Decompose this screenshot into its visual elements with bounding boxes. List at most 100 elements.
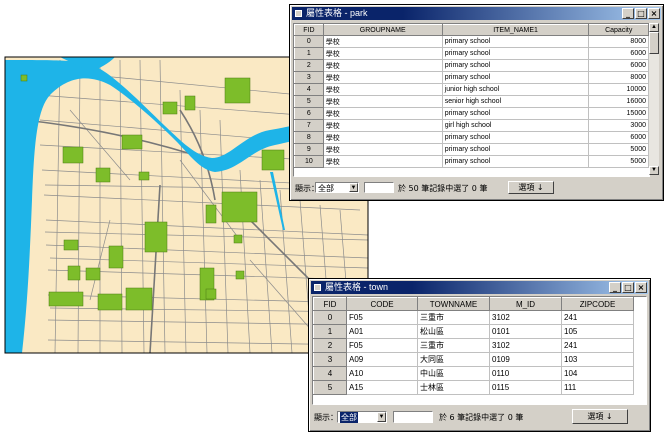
row-groupname: 學校 — [322, 155, 443, 168]
row-fid: 0 — [294, 35, 324, 48]
table-row[interactable]: 0 F05 三重市 3102 241 — [313, 310, 634, 325]
options-button[interactable]: 選項 ↓ — [508, 181, 554, 194]
show-label: 顯示： — [314, 413, 338, 422]
town-title-bar[interactable]: 屬性表格 - town _ □ × — [311, 281, 648, 294]
row-m-id: 0101 — [489, 324, 562, 339]
row-townname: 士林區 — [417, 380, 490, 395]
table-row[interactable]: 10 學校 primary school 5000 — [294, 155, 649, 168]
row-capacity: 5000 — [588, 143, 649, 156]
close-button[interactable]: × — [648, 8, 660, 19]
town-attribute-window[interactable]: 屬性表格 - town _ □ × FID CODE TOWNNAME M_ID… — [308, 278, 651, 432]
row-m-id: 0110 — [489, 366, 562, 381]
row-capacity: 3000 — [588, 119, 649, 132]
row-groupname: 學校 — [322, 83, 443, 96]
table-row[interactable]: 2 F05 三重市 3102 241 — [313, 338, 634, 353]
column-header-townname[interactable]: TOWNNAME — [417, 297, 490, 311]
chevron-down-icon[interactable]: ▼ — [377, 412, 386, 422]
row-capacity: 8000 — [588, 35, 649, 48]
row-item-name: primary school — [441, 35, 590, 48]
table-row[interactable]: 4 A10 中山區 0110 104 — [313, 366, 634, 381]
show-dropdown[interactable]: 全部 ▼ — [315, 182, 359, 193]
row-capacity: 15000 — [588, 107, 649, 120]
row-fid: 9 — [294, 143, 324, 156]
table-row[interactable]: 4 學校 junior high school 10000 — [294, 83, 649, 96]
table-header-row: FID GROUPNAME ITEM_NAME1 Capacity — [294, 24, 649, 36]
town-window-title: 屬性表格 - town — [325, 282, 389, 292]
column-header-capacity[interactable]: Capacity — [588, 24, 649, 36]
row-capacity: 16000 — [588, 95, 649, 108]
town-footer: 顯示： 全部 ▼ 於 6 筆記錄中選了 0 筆 選項 ↓ — [309, 407, 650, 427]
scroll-up-button[interactable]: ▲ — [649, 23, 659, 32]
row-m-id: 0109 — [489, 352, 562, 367]
column-header-fid[interactable]: FID — [294, 24, 324, 36]
record-number-input[interactable] — [364, 182, 394, 193]
table-row[interactable]: 8 學校 primary school 6000 — [294, 131, 649, 144]
row-fid: 1 — [313, 324, 347, 339]
maximize-button[interactable]: □ — [635, 8, 647, 19]
table-row[interactable]: 1 A01 松山區 0101 105 — [313, 324, 634, 339]
row-groupname: 學校 — [322, 107, 443, 120]
column-header-m-id[interactable]: M_ID — [489, 297, 562, 311]
scroll-down-button[interactable]: ▼ — [649, 166, 659, 175]
park-window-title: 屬性表格 - park — [306, 8, 368, 18]
table-row[interactable]: 9 學校 primary school 5000 — [294, 143, 649, 156]
row-m-id: 0115 — [489, 380, 562, 395]
column-header-fid[interactable]: FID — [313, 297, 347, 311]
row-fid: 7 — [294, 119, 324, 132]
row-groupname: 學校 — [322, 119, 443, 132]
park-attribute-window[interactable]: 屬性表格 - park _ □ × FID GROUPNAME ITEM_NAM… — [289, 4, 664, 201]
row-code: A09 — [346, 352, 418, 367]
row-groupname: 學校 — [322, 71, 443, 84]
row-townname: 中山區 — [417, 366, 490, 381]
column-header-item-name1[interactable]: ITEM_NAME1 — [441, 24, 590, 36]
selection-status: 於 50 筆記錄中選了 0 筆 — [398, 184, 488, 193]
row-capacity: 8000 — [588, 71, 649, 84]
table-row[interactable]: 5 A15 士林區 0115 111 — [313, 380, 634, 395]
row-capacity: 10000 — [588, 83, 649, 96]
row-townname: 松山區 — [417, 324, 490, 339]
park-title-bar[interactable]: 屬性表格 - park _ □ × — [292, 7, 661, 20]
table-row[interactable]: 3 學校 primary school 8000 — [294, 71, 649, 84]
table-row[interactable]: 6 學校 primary school 15000 — [294, 107, 649, 120]
town-attribute-table[interactable]: FID CODE TOWNNAME M_ID ZIPCODE 0 F05 三重市 31… — [312, 296, 647, 405]
row-zipcode: 104 — [561, 366, 634, 381]
table-row[interactable]: 1 學校 primary school 6000 — [294, 47, 649, 60]
minimize-button[interactable]: _ — [622, 8, 634, 19]
row-m-id: 3102 — [489, 338, 562, 353]
table-row[interactable]: 5 學校 senior high school 16000 — [294, 95, 649, 108]
table-row[interactable]: 0 學校 primary school 8000 — [294, 35, 649, 48]
table-row[interactable]: 2 學校 primary school 6000 — [294, 59, 649, 72]
row-item-name: primary school — [441, 155, 590, 168]
scroll-thumb[interactable] — [649, 32, 659, 54]
table-row[interactable]: 3 A09 大同區 0109 103 — [313, 352, 634, 367]
close-button[interactable]: × — [635, 282, 647, 293]
minimize-button[interactable]: _ — [609, 282, 621, 293]
row-capacity: 5000 — [588, 155, 649, 168]
table-row[interactable]: 7 學校 girl high school 3000 — [294, 119, 649, 132]
show-dropdown[interactable]: 全部 ▼ — [337, 411, 387, 423]
column-header-zipcode[interactable]: ZIPCODE — [561, 297, 634, 311]
row-fid: 5 — [294, 95, 324, 108]
column-header-code[interactable]: CODE — [346, 297, 418, 311]
row-capacity: 6000 — [588, 47, 649, 60]
row-fid: 8 — [294, 131, 324, 144]
row-groupname: 學校 — [322, 47, 443, 60]
row-code: A01 — [346, 324, 418, 339]
show-dropdown-value: 全部 — [340, 412, 358, 423]
row-item-name: primary school — [441, 107, 590, 120]
maximize-button[interactable]: □ — [622, 282, 634, 293]
park-vertical-scrollbar[interactable]: ▲ ▼ — [649, 23, 659, 175]
row-fid: 10 — [294, 155, 324, 168]
column-header-groupname[interactable]: GROUPNAME — [322, 24, 443, 36]
options-button[interactable]: 選項 ↓ — [572, 409, 628, 424]
chevron-down-icon[interactable]: ▼ — [349, 183, 358, 192]
row-townname: 三重市 — [417, 338, 490, 353]
row-item-name: primary school — [441, 59, 590, 72]
row-groupname: 學校 — [322, 59, 443, 72]
row-zipcode: 105 — [561, 324, 634, 339]
row-item-name: primary school — [441, 71, 590, 84]
park-attribute-table[interactable]: FID GROUPNAME ITEM_NAME1 Capacity 0 學校 pri… — [293, 23, 650, 177]
row-fid: 2 — [294, 59, 324, 72]
row-code: F05 — [346, 310, 418, 325]
record-number-input[interactable] — [393, 411, 433, 423]
